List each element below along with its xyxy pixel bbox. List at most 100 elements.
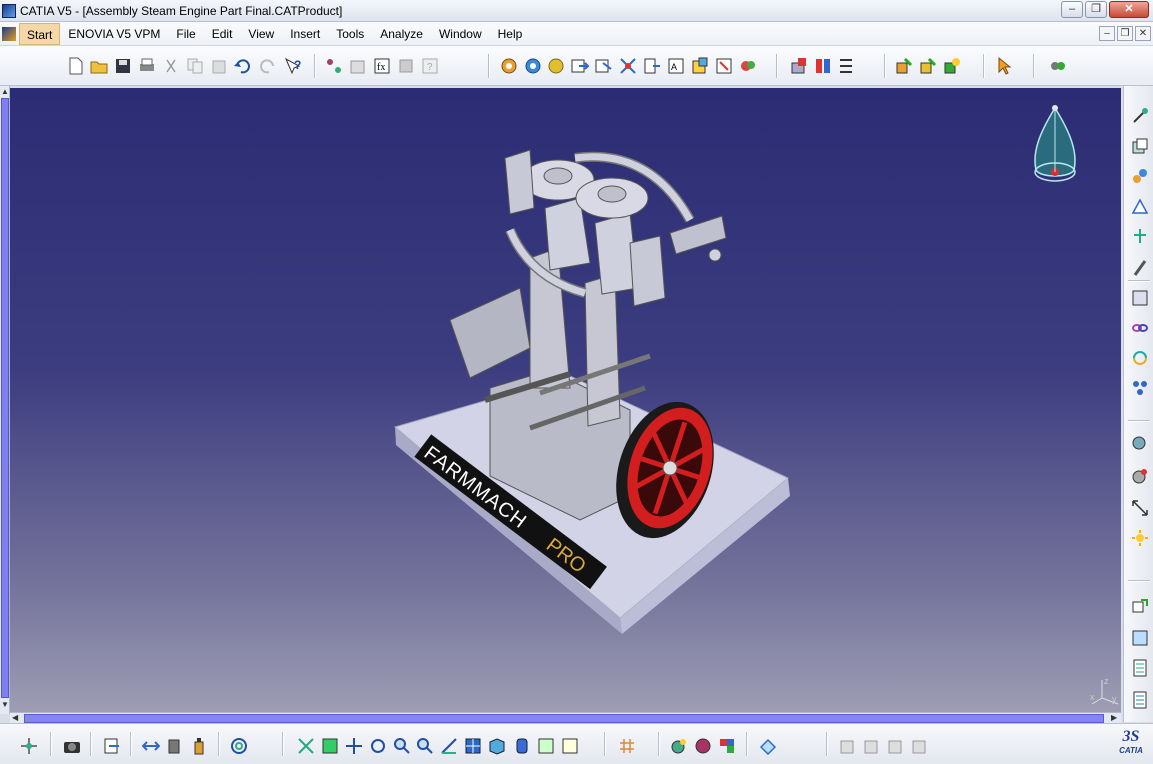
save-icon[interactable] xyxy=(113,56,133,76)
clip-icon[interactable] xyxy=(1130,258,1150,278)
layer-icon-1[interactable] xyxy=(838,736,858,756)
snap-right-icon[interactable] xyxy=(1130,226,1150,246)
normal-to-icon[interactable] xyxy=(439,736,459,756)
3d-viewport[interactable]: FARMMACH PRO z y x xyxy=(10,88,1121,712)
print-icon[interactable] xyxy=(137,56,157,76)
shading-icon[interactable] xyxy=(512,736,532,756)
sketch-icon[interactable] xyxy=(1130,106,1150,126)
report-icon[interactable] xyxy=(1130,690,1150,710)
swap-visible-space-icon[interactable] xyxy=(560,736,580,756)
rotate-view-icon[interactable] xyxy=(368,736,388,756)
light-icon[interactable] xyxy=(1130,528,1150,548)
color-icon[interactable] xyxy=(717,736,737,756)
select-icon[interactable] xyxy=(995,56,1015,76)
apply-material-icon[interactable] xyxy=(669,736,689,756)
link-icon[interactable] xyxy=(1130,318,1150,338)
doc-restore-button[interactable]: ❐ xyxy=(1117,26,1133,41)
help-icon[interactable]: ? xyxy=(420,56,440,76)
menu-file[interactable]: File xyxy=(168,23,203,45)
vertical-scroll-thumb[interactable] xyxy=(1,98,9,698)
mirror-icon[interactable] xyxy=(758,736,778,756)
insert-component-icon[interactable] xyxy=(1130,166,1150,186)
catia-app-icon[interactable] xyxy=(2,3,16,18)
view-icon[interactable] xyxy=(1130,596,1150,616)
menu-start[interactable]: Start xyxy=(19,22,61,45)
product-structure-icon[interactable] xyxy=(1130,288,1150,308)
clash-icon[interactable] xyxy=(714,56,734,76)
swap-icon[interactable] xyxy=(102,736,122,756)
scroll-up-icon[interactable]: ▲ xyxy=(1,87,9,96)
properties-icon[interactable] xyxy=(348,56,368,76)
analysis-icon[interactable] xyxy=(1130,466,1150,486)
zoom-out-icon[interactable] xyxy=(415,736,435,756)
menu-tools[interactable]: Tools xyxy=(328,23,372,45)
zoom-in-icon[interactable] xyxy=(392,736,412,756)
catalog-browser-icon[interactable] xyxy=(396,56,416,76)
scroll-right-icon[interactable]: ▶ xyxy=(1111,713,1117,722)
menu-help[interactable]: Help xyxy=(490,23,531,45)
horizontal-scrollbar[interactable]: ◀ ▶ xyxy=(10,712,1121,723)
explode-icon[interactable]: A xyxy=(666,56,686,76)
multi-instance-icon[interactable] xyxy=(1130,378,1150,398)
tools-icon[interactable] xyxy=(1048,56,1068,76)
graph-tree-icon[interactable] xyxy=(594,56,614,76)
cut-icon[interactable] xyxy=(161,56,181,76)
measure-between-icon[interactable] xyxy=(1130,498,1150,518)
fix-together-icon[interactable] xyxy=(1130,628,1150,648)
scroll-left-icon[interactable]: ◀ xyxy=(12,713,18,722)
bottle-icon[interactable] xyxy=(189,736,209,756)
menu-enovia[interactable]: ENOVIA V5 VPM xyxy=(60,23,168,45)
constraint-icon[interactable] xyxy=(738,56,758,76)
doc-close-button[interactable]: ✕ xyxy=(1135,26,1151,41)
snap-icon[interactable] xyxy=(642,56,662,76)
move-icon[interactable] xyxy=(1130,196,1150,216)
maximize-button[interactable]: ❐ xyxy=(1085,1,1107,18)
replace-component-icon[interactable] xyxy=(570,56,590,76)
horizontal-scroll-thumb[interactable] xyxy=(24,714,1104,723)
reuse-pattern-icon[interactable] xyxy=(918,56,938,76)
doc-minimize-button[interactable]: – xyxy=(1099,26,1115,41)
multi-constraint-icon[interactable] xyxy=(942,56,962,76)
bill-icon[interactable] xyxy=(1130,658,1150,678)
menu-analyze[interactable]: Analyze xyxy=(372,23,431,45)
layer-icon-2[interactable] xyxy=(862,736,882,756)
compass-reset-icon[interactable] xyxy=(19,736,39,756)
measure-item-icon[interactable] xyxy=(165,736,185,756)
stop-manipulate-icon[interactable] xyxy=(690,56,710,76)
product-icon[interactable] xyxy=(499,56,519,76)
rotate-icon[interactable] xyxy=(1130,348,1150,368)
formula-icon[interactable]: fx xyxy=(372,56,392,76)
undo-icon[interactable] xyxy=(232,56,252,76)
quick-view-icon[interactable] xyxy=(463,736,483,756)
offset-icon[interactable] xyxy=(837,56,857,76)
new-icon[interactable] xyxy=(66,56,86,76)
manipulate-icon[interactable] xyxy=(618,56,638,76)
minimize-button[interactable]: – xyxy=(1061,1,1083,18)
part-icon[interactable] xyxy=(523,56,543,76)
graph-icon[interactable] xyxy=(324,56,344,76)
start-icon[interactable] xyxy=(2,26,16,41)
paste-icon[interactable] xyxy=(209,56,229,76)
angle-icon[interactable] xyxy=(894,56,914,76)
menu-window[interactable]: Window xyxy=(431,23,490,45)
fix-icon[interactable] xyxy=(789,56,809,76)
vertical-scrollbar[interactable]: ▲ ▼ xyxy=(0,86,10,714)
menu-edit[interactable]: Edit xyxy=(204,23,241,45)
scene-icon[interactable] xyxy=(1130,434,1150,454)
redo-icon[interactable] xyxy=(258,56,278,76)
render-icon[interactable] xyxy=(693,736,713,756)
menu-insert[interactable]: Insert xyxy=(282,23,328,45)
menu-view[interactable]: View xyxy=(240,23,282,45)
fly-icon[interactable] xyxy=(296,736,316,756)
iso-view-icon[interactable] xyxy=(487,736,507,756)
fit-all-icon[interactable] xyxy=(320,736,340,756)
layer-icon-4[interactable] xyxy=(910,736,930,756)
whats-this-icon[interactable]: ? xyxy=(283,56,303,76)
layer-icon-3[interactable] xyxy=(886,736,906,756)
hide-show-icon[interactable] xyxy=(536,736,556,756)
grid-icon[interactable] xyxy=(617,736,637,756)
normal-view-icon[interactable] xyxy=(141,736,161,756)
pad-icon[interactable] xyxy=(1130,136,1150,156)
copy-icon[interactable] xyxy=(185,56,205,76)
close-button[interactable]: ✕ xyxy=(1109,1,1149,18)
